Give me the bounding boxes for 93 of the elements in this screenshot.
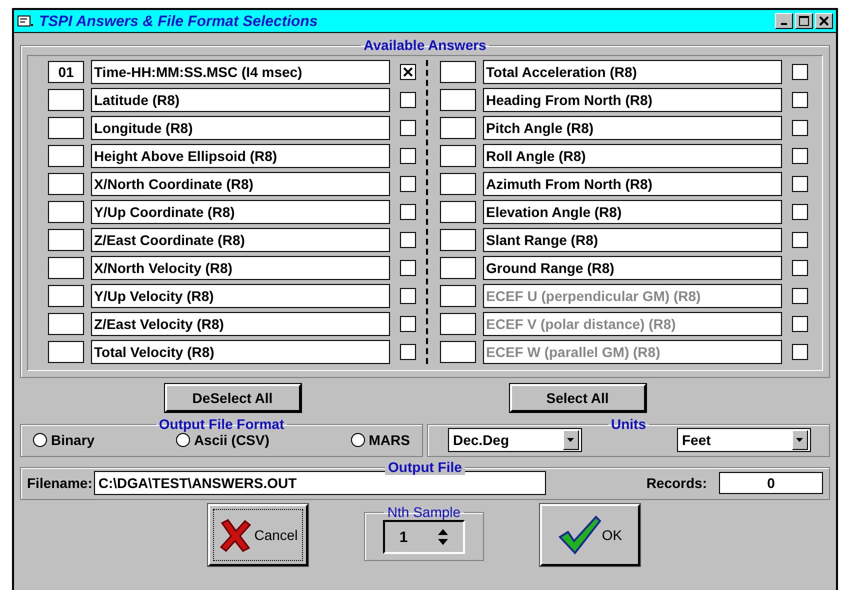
- sample-spinner[interactable]: 1: [383, 520, 465, 554]
- app-icon: [17, 14, 35, 28]
- filename-label: Filename:: [27, 475, 92, 491]
- close-button[interactable]: [815, 13, 833, 29]
- index-field: [440, 201, 476, 223]
- answer-label[interactable]: Roll Angle (R8): [483, 144, 782, 168]
- answer-label[interactable]: Latitude (R8): [91, 88, 390, 112]
- index-field: [48, 285, 84, 307]
- checkbox[interactable]: [400, 260, 416, 276]
- index-field: [440, 257, 476, 279]
- answer-label[interactable]: Z/East Coordinate (R8): [91, 228, 390, 252]
- ok-button[interactable]: OK: [540, 504, 640, 566]
- index-field: [440, 341, 476, 363]
- index-field: [48, 313, 84, 335]
- radio-button[interactable]: [176, 433, 190, 447]
- group-title: Nth Sample: [386, 504, 462, 520]
- checkbox[interactable]: [792, 232, 808, 248]
- units-dropdown[interactable]: Dec.Deg: [448, 428, 582, 452]
- answer-label[interactable]: Z/East Velocity (R8): [91, 312, 390, 336]
- answer-label[interactable]: Height Above Ellipsoid (R8): [91, 144, 390, 168]
- checkbox[interactable]: [792, 64, 808, 80]
- checkbox[interactable]: [792, 204, 808, 220]
- checkbox[interactable]: [400, 64, 416, 80]
- checkbox[interactable]: [400, 204, 416, 220]
- answer-label[interactable]: X/North Velocity (R8): [91, 256, 390, 280]
- deselect-all-button[interactable]: DeSelect All: [164, 384, 300, 412]
- index-field: [48, 173, 84, 195]
- checkbox[interactable]: [400, 176, 416, 192]
- group-title: Units: [610, 416, 647, 432]
- answer-label[interactable]: Y/Up Velocity (R8): [91, 284, 390, 308]
- cancel-button[interactable]: Cancel: [208, 504, 308, 566]
- close-icon: [819, 16, 829, 26]
- index-field: [440, 61, 476, 83]
- checkbox[interactable]: [792, 148, 808, 164]
- caret-icon: [796, 438, 804, 442]
- answer-label[interactable]: Total Acceleration (R8): [483, 60, 782, 84]
- answer-label[interactable]: Y/Up Coordinate (R8): [91, 200, 390, 224]
- answer-label[interactable]: Pitch Angle (R8): [483, 116, 782, 140]
- index-field: [440, 173, 476, 195]
- answer-label[interactable]: Elevation Angle (R8): [483, 200, 782, 224]
- group-title: Output File Format: [158, 416, 286, 432]
- minimize-button[interactable]: [775, 13, 793, 29]
- maximize-icon: [799, 16, 809, 26]
- records-label: Records:: [646, 475, 707, 491]
- checkbox[interactable]: [400, 316, 416, 332]
- index-field: [48, 145, 84, 167]
- answer-label[interactable]: Total Velocity (R8): [91, 340, 390, 364]
- checkmark-icon: [558, 515, 602, 555]
- answer-label[interactable]: Time-HH:MM:SS.MSC (I4 msec): [91, 60, 390, 84]
- index-field: [48, 201, 84, 223]
- units-dropdown[interactable]: Feet: [677, 428, 811, 452]
- checkbox[interactable]: [400, 344, 416, 360]
- checkbox[interactable]: [792, 176, 808, 192]
- answer-label[interactable]: Longitude (R8): [91, 116, 390, 140]
- index-field: [440, 229, 476, 251]
- index-field: [440, 285, 476, 307]
- answer-label[interactable]: Ground Range (R8): [483, 256, 782, 280]
- checkbox[interactable]: [792, 120, 808, 136]
- answer-label[interactable]: Heading From North (R8): [483, 88, 782, 112]
- checkbox[interactable]: [400, 92, 416, 108]
- select-all-button[interactable]: Select All: [510, 384, 646, 412]
- checkbox[interactable]: [792, 260, 808, 276]
- answer-label[interactable]: Slant Range (R8): [483, 228, 782, 252]
- index-field: [440, 89, 476, 111]
- checkbox[interactable]: [400, 120, 416, 136]
- maximize-button[interactable]: [795, 13, 813, 29]
- checkbox[interactable]: [400, 232, 416, 248]
- index-field: [440, 145, 476, 167]
- answer-label[interactable]: Azimuth From North (R8): [483, 172, 782, 196]
- checkbox[interactable]: [400, 288, 416, 304]
- radio-option[interactable]: Ascii (CSV): [176, 432, 270, 448]
- index-field: [48, 89, 84, 111]
- radio-option[interactable]: Binary: [33, 432, 95, 448]
- checkbox[interactable]: [792, 92, 808, 108]
- radio-button[interactable]: [350, 433, 365, 447]
- index-field: [48, 117, 84, 139]
- up-down-arrows-icon: [436, 528, 449, 546]
- group-title: Output File: [385, 459, 465, 475]
- index-field: 01: [48, 61, 84, 83]
- index-field: [440, 313, 476, 335]
- answer-label[interactable]: X/North Coordinate (R8): [91, 172, 390, 196]
- index-field: [48, 229, 84, 251]
- radio-option[interactable]: MARS: [350, 432, 410, 448]
- caret-icon: [567, 438, 575, 442]
- records-field[interactable]: 0: [719, 472, 823, 494]
- index-field: [440, 117, 476, 139]
- index-field: [48, 341, 84, 363]
- group-title: Available Answers: [362, 37, 488, 53]
- window-title: TSPI Answers & File Format Selections: [39, 12, 319, 30]
- index-field: [48, 257, 84, 279]
- checkbox[interactable]: [400, 148, 416, 164]
- minimize-icon: [781, 23, 787, 25]
- radio-button[interactable]: [33, 433, 47, 447]
